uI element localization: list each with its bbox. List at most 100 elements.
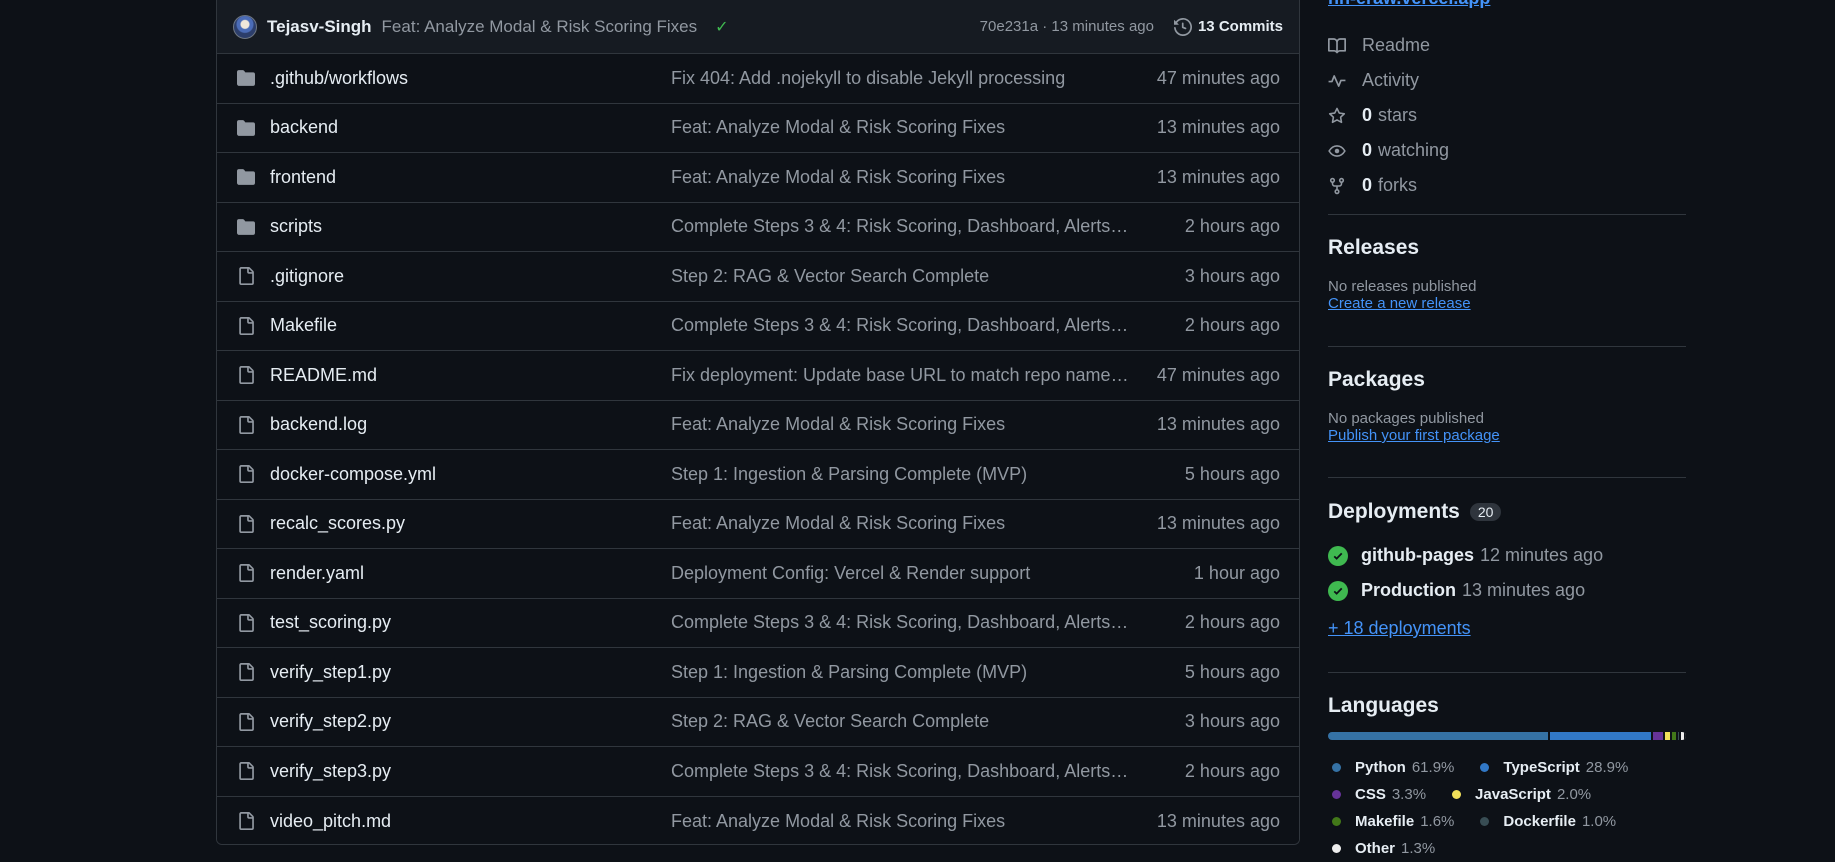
file-commit-message-link[interactable]: Complete Steps 3 & 4: Risk Scoring, Dash… bbox=[671, 761, 1131, 782]
activity-link[interactable]: Activity bbox=[1328, 63, 1449, 98]
file-row[interactable]: video_pitch.md Feat: Analyze Modal & Risk… bbox=[217, 796, 1299, 844]
commit-message[interactable]: Feat: Analyze Modal & Risk Scoring Fixes bbox=[382, 17, 698, 37]
commit-sha-time[interactable]: 70e231a · 13 minutes ago bbox=[980, 18, 1154, 35]
file-row[interactable]: verify_step2.py Step 2: RAG & Vector Sear… bbox=[217, 697, 1299, 747]
file-row[interactable]: render.yaml Deployment Config: Vercel & R… bbox=[217, 549, 1299, 599]
file-row[interactable]: Makefile Complete Steps 3 & 4: Risk Scori… bbox=[217, 301, 1299, 351]
homepage-link[interactable]: nh-eraw.vercel.app bbox=[1328, 0, 1490, 9]
language-item[interactable]: JavaScript 2.0% bbox=[1448, 781, 1591, 808]
language-item[interactable]: Python 61.9% bbox=[1328, 754, 1454, 781]
file-commit-message-link[interactable]: Complete Steps 3 & 4: Risk Scoring, Dash… bbox=[671, 612, 1131, 633]
file-name-link[interactable]: video_pitch.md bbox=[270, 811, 671, 832]
file-commit-message-link[interactable]: Feat: Analyze Modal & Risk Scoring Fixes bbox=[671, 167, 1131, 188]
readme-label: Readme bbox=[1362, 35, 1431, 55]
file-row[interactable]: README.md Fix deployment: Update base URL… bbox=[217, 351, 1299, 401]
deployment-name-link[interactable]: Production bbox=[1361, 580, 1456, 601]
language-item[interactable]: Other 1.3% bbox=[1328, 835, 1435, 862]
commits-button[interactable]: 13 Commits bbox=[1173, 17, 1283, 36]
file-commit-message-link[interactable]: Step 1: Ingestion & Parsing Complete (MV… bbox=[671, 662, 1131, 683]
deployments-title[interactable]: Deployments bbox=[1328, 500, 1460, 524]
file-name-link[interactable]: backend bbox=[270, 117, 671, 138]
language-item[interactable]: CSS 3.3% bbox=[1328, 781, 1426, 808]
stars-link[interactable]: 0 stars bbox=[1328, 98, 1449, 133]
file-name-link[interactable]: backend.log bbox=[270, 414, 671, 435]
file-name-link[interactable]: Makefile bbox=[270, 315, 671, 336]
language-item[interactable]: Dockerfile 1.0% bbox=[1476, 808, 1616, 835]
file-row[interactable]: test_scoring.py Complete Steps 3 & 4: Ris… bbox=[217, 598, 1299, 648]
file-commit-message-link[interactable]: Step 1: Ingestion & Parsing Complete (MV… bbox=[671, 464, 1131, 485]
file-name-link[interactable]: test_scoring.py bbox=[270, 612, 671, 633]
file-commit-message-link[interactable]: Step 2: RAG & Vector Search Complete bbox=[671, 266, 1131, 287]
deployment-item: github-pages 12 minutes ago bbox=[1328, 538, 1686, 573]
file-commit-message-link[interactable]: Complete Steps 3 & 4: Risk Scoring, Dash… bbox=[671, 216, 1131, 237]
file-row[interactable]: scripts Complete Steps 3 & 4: Risk Scorin… bbox=[217, 202, 1299, 252]
file-commit-message-link[interactable]: Feat: Analyze Modal & Risk Scoring Fixes bbox=[671, 414, 1131, 435]
language-bar-segment[interactable] bbox=[1328, 732, 1550, 740]
language-item[interactable]: TypeScript 28.9% bbox=[1476, 754, 1628, 781]
language-bar-segment[interactable] bbox=[1681, 732, 1686, 740]
file-commit-time: 13 minutes ago bbox=[1156, 513, 1280, 534]
divider bbox=[1328, 346, 1686, 347]
file-name-link[interactable]: render.yaml bbox=[270, 563, 671, 584]
file-table: Tejasv-Singh Feat: Analyze Modal & Risk … bbox=[216, 0, 1300, 845]
file-name-link[interactable]: recalc_scores.py bbox=[270, 513, 671, 534]
file-row[interactable]: .github/workflows Fix 404: Add .nojekyll … bbox=[217, 54, 1299, 104]
language-bar-segment[interactable] bbox=[1653, 732, 1665, 740]
language-dot-icon bbox=[1332, 790, 1341, 799]
file-commit-message-link[interactable]: Feat: Analyze Modal & Risk Scoring Fixes bbox=[671, 811, 1131, 832]
file-commit-message-link[interactable]: Complete Steps 3 & 4: Risk Scoring, Dash… bbox=[671, 315, 1131, 336]
file-row[interactable]: docker-compose.yml Step 1: Ingestion & Pa… bbox=[217, 450, 1299, 500]
file-icon bbox=[236, 316, 256, 335]
file-commit-message-link[interactable]: Fix deployment: Update base URL to match… bbox=[671, 365, 1131, 386]
file-name-link[interactable]: .github/workflows bbox=[270, 68, 671, 89]
file-row[interactable]: recalc_scores.py Feat: Analyze Modal & Ri… bbox=[217, 499, 1299, 549]
stars-label: stars bbox=[1378, 105, 1418, 125]
file-commit-time: 2 hours ago bbox=[1184, 612, 1280, 633]
more-deployments-link[interactable]: + 18 deployments bbox=[1328, 618, 1471, 639]
file-row[interactable]: verify_step3.py Complete Steps 3 & 4: Ris… bbox=[217, 747, 1299, 797]
forks-label: forks bbox=[1378, 175, 1418, 195]
forks-link[interactable]: 0 forks bbox=[1328, 168, 1449, 203]
file-commit-message-link[interactable]: Feat: Analyze Modal & Risk Scoring Fixes bbox=[671, 117, 1131, 138]
language-bar-segment[interactable] bbox=[1549, 732, 1654, 740]
publish-package-link[interactable]: Publish your first package bbox=[1328, 427, 1500, 444]
file-commit-message-link[interactable]: Step 2: RAG & Vector Search Complete bbox=[671, 711, 1131, 732]
divider bbox=[1328, 672, 1686, 673]
language-dot-icon bbox=[1332, 763, 1341, 772]
language-bar-segment[interactable] bbox=[1664, 732, 1673, 740]
releases-empty: No releases published bbox=[1328, 278, 1477, 295]
file-row[interactable]: verify_step1.py Step 1: Ingestion & Parsi… bbox=[217, 648, 1299, 698]
languages-list: Python 61.9% TypeScript 28.9% CSS 3.3% JavaScr… bbox=[1328, 754, 1686, 862]
readme-link[interactable]: Readme bbox=[1328, 28, 1449, 63]
file-name-link[interactable]: scripts bbox=[270, 216, 671, 237]
file-row[interactable]: frontend Feat: Analyze Modal & Risk Scori… bbox=[217, 153, 1299, 203]
file-commit-time: 5 hours ago bbox=[1184, 463, 1280, 484]
deployment-name-link[interactable]: github-pages bbox=[1361, 545, 1474, 566]
file-icon bbox=[236, 613, 256, 632]
file-name-link[interactable]: frontend bbox=[270, 167, 671, 188]
create-release-link[interactable]: Create a new release bbox=[1328, 295, 1471, 312]
file-commit-message-link[interactable]: Fix 404: Add .nojekyll to disable Jekyll… bbox=[671, 68, 1131, 89]
commit-author[interactable]: Tejasv-Singh bbox=[267, 17, 372, 37]
file-name-link[interactable]: verify_step2.py bbox=[270, 711, 671, 732]
file-name-link[interactable]: README.md bbox=[270, 365, 671, 386]
author-avatar[interactable] bbox=[233, 14, 257, 39]
file-commit-time: 47 minutes ago bbox=[1156, 364, 1280, 385]
check-icon[interactable]: ✓ bbox=[715, 17, 728, 37]
file-commit-message-link[interactable]: Deployment Config: Vercel & Render suppo… bbox=[671, 563, 1131, 584]
file-row[interactable]: backend Feat: Analyze Modal & Risk Scorin… bbox=[217, 103, 1299, 153]
file-name-link[interactable]: docker-compose.yml bbox=[270, 464, 671, 485]
watching-link[interactable]: 0 watching bbox=[1328, 133, 1449, 168]
packages-title[interactable]: Packages bbox=[1328, 368, 1686, 392]
file-icon bbox=[236, 812, 256, 831]
file-icon bbox=[236, 366, 256, 385]
file-name-link[interactable]: .gitignore bbox=[270, 266, 671, 287]
file-commit-message-link[interactable]: Feat: Analyze Modal & Risk Scoring Fixes bbox=[671, 513, 1131, 534]
file-row[interactable]: backend.log Feat: Analyze Modal & Risk Sc… bbox=[217, 400, 1299, 450]
file-row[interactable]: .gitignore Step 2: RAG & Vector Search Co… bbox=[217, 252, 1299, 302]
file-name-link[interactable]: verify_step3.py bbox=[270, 761, 671, 782]
file-name-link[interactable]: verify_step1.py bbox=[270, 662, 671, 683]
releases-title[interactable]: Releases bbox=[1328, 236, 1686, 260]
language-item[interactable]: Makefile 1.6% bbox=[1328, 808, 1454, 835]
language-name: Python bbox=[1355, 759, 1406, 776]
